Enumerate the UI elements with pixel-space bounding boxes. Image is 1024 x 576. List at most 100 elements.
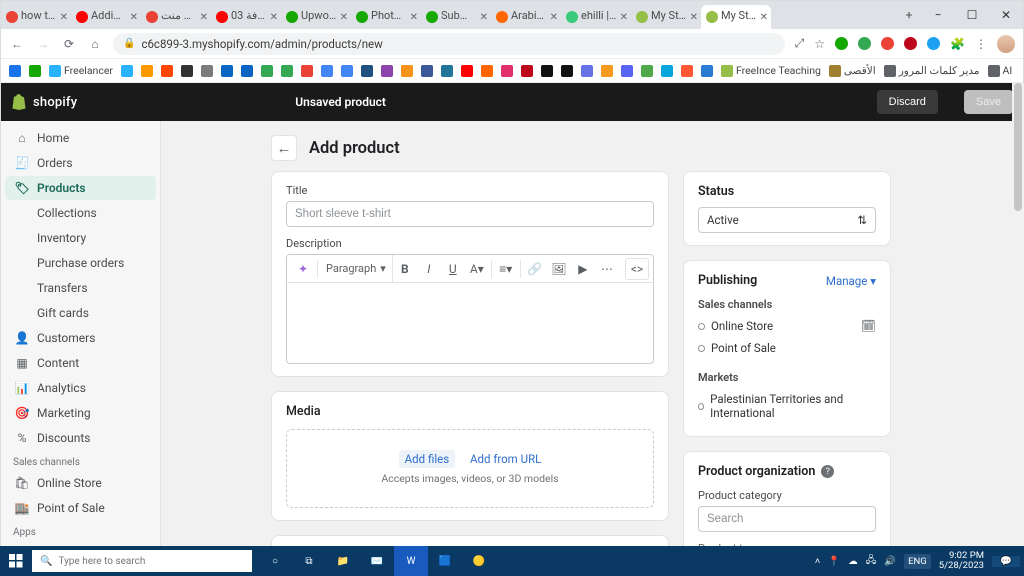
manage-link[interactable]: Manage ▾ <box>826 274 876 288</box>
bookmark-item[interactable] <box>281 65 293 77</box>
clock[interactable]: 9:02 PM 5/28/2023 <box>939 551 984 572</box>
close-tab-icon[interactable]: ✕ <box>410 12 418 23</box>
tray-cloud-icon[interactable]: ☁ <box>848 556 858 567</box>
task-cortana[interactable]: ○ <box>258 546 292 576</box>
bookmark-item[interactable] <box>461 65 473 77</box>
bookmark-item[interactable] <box>381 65 393 77</box>
bookmark-item[interactable]: AI <box>988 64 1013 77</box>
nav-marketing[interactable]: 🎯Marketing <box>5 401 156 425</box>
nav-inventory[interactable]: Inventory <box>5 226 156 250</box>
add-files-link[interactable]: Add files <box>399 450 456 468</box>
save-button[interactable]: Save <box>964 90 1013 114</box>
bookmark-item[interactable] <box>681 65 693 77</box>
image-button[interactable]: 🖼 <box>547 258 571 280</box>
extensions-icon[interactable]: 🧩 <box>950 37 965 51</box>
nav-online-store[interactable]: 🛍Online Store <box>5 471 156 495</box>
close-tab-icon[interactable]: ✕ <box>200 12 208 23</box>
close-tab-icon[interactable]: ✕ <box>270 12 278 23</box>
scrollbar-thumb[interactable] <box>1014 83 1022 211</box>
bookmark-star-icon[interactable]: ☆ <box>814 37 825 51</box>
close-tab-icon[interactable]: ✕ <box>550 12 558 23</box>
close-tab-icon[interactable]: ✕ <box>130 12 138 23</box>
ext4-icon[interactable] <box>904 37 917 50</box>
align-button[interactable]: ≡▾ <box>494 258 518 280</box>
bookmark-item[interactable] <box>561 65 573 77</box>
tray-network-icon[interactable]: 🖧 <box>866 553 877 569</box>
nav-analytics[interactable]: 📊Analytics <box>5 376 156 400</box>
back-arrow-button[interactable]: ← <box>271 135 297 161</box>
browser-tab[interactable]: اضافة منت…✕ <box>141 5 211 29</box>
close-tab-icon[interactable]: ✕ <box>480 12 488 23</box>
start-button[interactable] <box>0 554 32 568</box>
bold-button[interactable]: B <box>393 258 417 280</box>
nav-pos[interactable]: 🏬Point of Sale <box>5 496 156 520</box>
nav-discounts[interactable]: %Discounts <box>5 426 156 450</box>
bookmark-item[interactable] <box>141 65 153 77</box>
more-button[interactable]: ⋯ <box>595 258 619 280</box>
media-dropzone[interactable]: Add files Add from URL Accepts images, v… <box>286 429 654 508</box>
task-edge[interactable]: 🟦 <box>428 546 462 576</box>
bookmark-item[interactable] <box>581 65 593 77</box>
bookmark-item[interactable] <box>9 65 21 77</box>
browser-tab[interactable]: My Store…✕ <box>701 5 771 29</box>
bookmark-item[interactable] <box>181 65 193 77</box>
bookmark-item[interactable] <box>601 65 613 77</box>
close-tab-icon[interactable]: ✕ <box>620 12 628 23</box>
calendar-icon[interactable]: 🗓 <box>861 319 876 333</box>
add-from-url-link[interactable]: Add from URL <box>470 452 541 466</box>
nav-gift-cards[interactable]: Gift cards <box>5 301 156 325</box>
bookmark-item[interactable] <box>161 65 173 77</box>
browser-tab[interactable]: اضافة 03…✕ <box>211 5 281 29</box>
address-bar[interactable]: 🔒 c6c899-3.myshopify.com/admin/products/… <box>113 33 785 55</box>
title-input[interactable] <box>286 201 654 227</box>
bookmark-item[interactable] <box>201 65 213 77</box>
browser-tab[interactable]: Arabic tr…✕ <box>491 5 561 29</box>
close-tab-icon[interactable]: ✕ <box>760 12 768 23</box>
task-mail[interactable]: ✉️ <box>360 546 394 576</box>
scrollbar-track[interactable] <box>1012 83 1024 576</box>
help-icon[interactable]: ? <box>821 465 834 478</box>
reload-button[interactable]: ⟳ <box>61 37 77 51</box>
bookmark-item[interactable]: Freelancer <box>49 64 113 77</box>
ext1-icon[interactable] <box>835 37 848 50</box>
browser-tab[interactable]: My Store…✕ <box>631 5 701 29</box>
italic-button[interactable]: I <box>417 258 441 280</box>
close-tab-icon[interactable]: ✕ <box>60 12 68 23</box>
bookmark-item[interactable] <box>641 65 653 77</box>
browser-tab[interactable]: how to a…✕ <box>1 5 71 29</box>
tray-location-icon[interactable]: 📍 <box>828 556 840 567</box>
maximize-button[interactable]: ☐ <box>955 1 989 29</box>
link-button[interactable]: 🔗 <box>523 258 547 280</box>
nav-home[interactable]: ⌂Home <box>5 126 156 150</box>
bookmark-item[interactable] <box>221 65 233 77</box>
browser-tab[interactable]: Submit a…✕ <box>421 5 491 29</box>
ext2-icon[interactable] <box>858 37 871 50</box>
ext3-icon[interactable] <box>881 37 894 50</box>
chrome-menu-icon[interactable]: ⋮ <box>975 37 987 51</box>
notifications-button[interactable]: 💬 <box>992 556 1020 567</box>
task-word[interactable]: W <box>394 546 428 576</box>
html-button[interactable]: <> <box>625 258 649 280</box>
nav-content[interactable]: ▦Content <box>5 351 156 375</box>
bookmark-item[interactable]: FreeInce Teaching <box>721 64 821 77</box>
ext5-icon[interactable] <box>927 37 940 50</box>
task-taskview[interactable]: ⧉ <box>292 546 326 576</box>
nav-transfers[interactable]: Transfers <box>5 276 156 300</box>
forward-button[interactable]: → <box>35 37 51 51</box>
home-button-chrome[interactable]: ⌂ <box>87 37 103 51</box>
nav-orders[interactable]: 🧾Orders <box>5 151 156 175</box>
bookmark-item[interactable] <box>261 65 273 77</box>
language-indicator[interactable]: ENG <box>904 554 931 569</box>
new-tab-button[interactable]: + <box>897 1 921 29</box>
task-chrome[interactable]: 🟡 <box>462 546 496 576</box>
nav-purchase-orders[interactable]: Purchase orders <box>5 251 156 275</box>
close-tab-icon[interactable]: ✕ <box>340 12 348 23</box>
bookmark-item[interactable] <box>121 65 133 77</box>
nav-customers[interactable]: 👤Customers <box>5 326 156 350</box>
ai-icon[interactable]: ✦ <box>291 258 315 280</box>
minimize-button[interactable]: − <box>921 1 955 29</box>
nav-collections[interactable]: Collections <box>5 201 156 225</box>
back-button[interactable]: ← <box>9 37 25 51</box>
tray-speaker-icon[interactable]: 🔊 <box>884 556 896 567</box>
text-color-button[interactable]: A▾ <box>465 258 489 280</box>
